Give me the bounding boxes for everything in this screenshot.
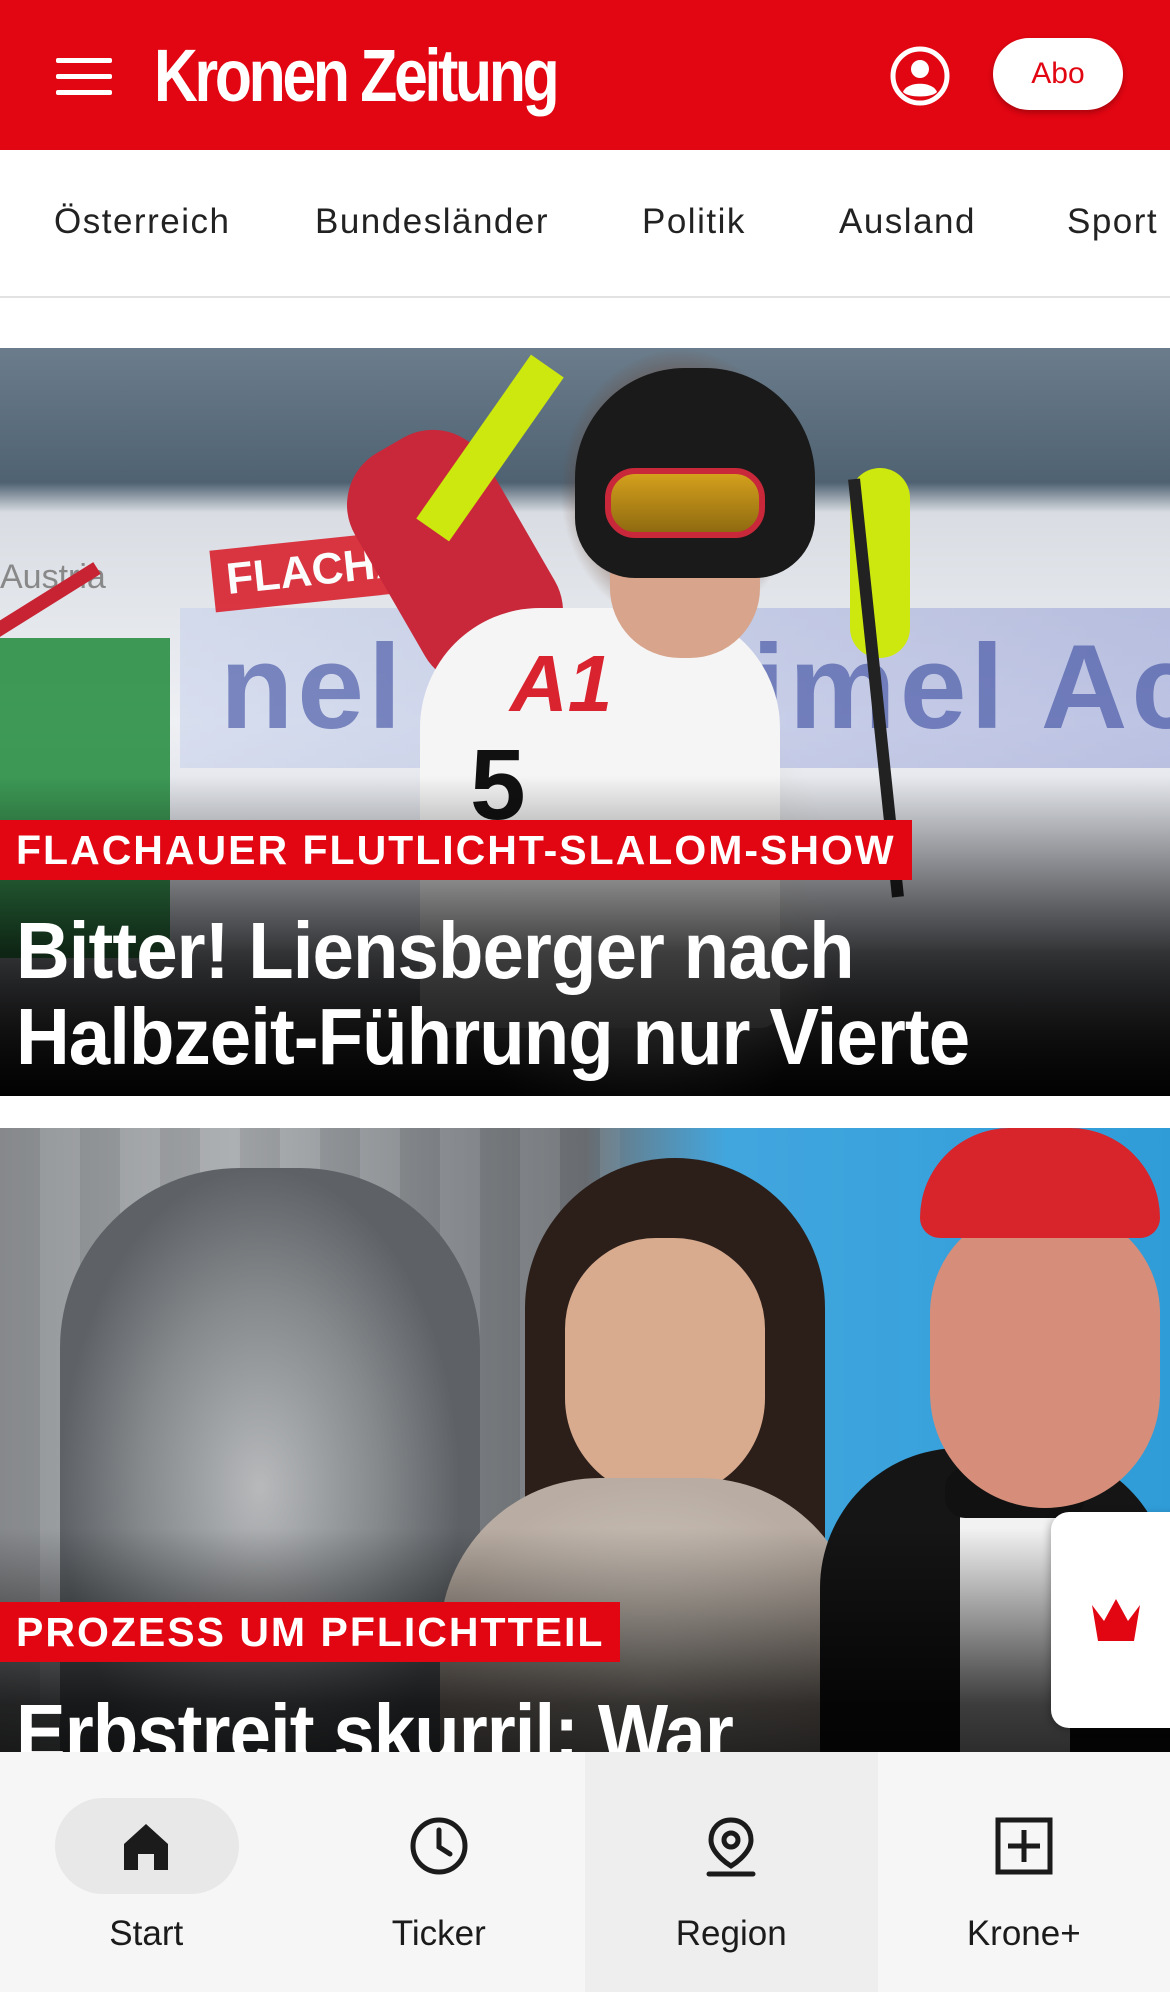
home-icon [124,1824,169,1870]
nav-item-bundeslaender[interactable]: Bundesländer [315,202,549,242]
nav-item-ausland[interactable]: Ausland [839,202,976,242]
hamburger-menu-icon[interactable] [56,58,112,95]
bottom-nav-label: Region [675,1914,787,1953]
bottom-nav-kroneplus[interactable]: Krone+ [878,1752,1170,1992]
nav-item-oesterreich[interactable]: Österreich [54,202,230,242]
bottom-nav-region[interactable]: Region [585,1752,878,1992]
headline-line: Bitter! Liensberger nach [16,906,855,995]
plus-box-icon [995,1817,1053,1875]
location-pin-icon [706,1817,756,1877]
logo[interactable]: Kronen Zeitung [154,34,560,118]
image-bib-logo: A1 [510,639,613,728]
article-kicker: FLACHAUER FLUTLICHT-SLALOM-SHOW [0,820,912,880]
user-account-icon[interactable] [889,45,951,107]
bottom-nav-ticker[interactable]: Ticker [293,1752,586,1992]
article-card[interactable]: PROZESS UM PFLICHTTEIL Erbstreit skurril… [0,1128,1170,1848]
app-header: Kronen Zeitung Abo [0,0,1170,150]
abo-button[interactable]: Abo [993,38,1123,110]
article-card[interactable]: nel Ac ctimel Ac Austria FLACHAU A1 5 FL… [0,348,1170,1096]
nav-item-sport[interactable]: Sport [1067,202,1158,242]
clock-icon [410,1817,468,1875]
bottom-nav-label: Ticker [391,1914,486,1953]
bottom-navigation: Start Ticker Region Krone+ [0,1752,1170,1992]
bottom-nav-label: Krone+ [966,1914,1081,1953]
nav-item-politik[interactable]: Politik [642,202,746,242]
category-nav: Österreich Bundesländer Politik Ausland … [0,150,1170,298]
headline-line: Halbzeit-Führung nur Vierte [16,992,970,1081]
bottom-nav-start[interactable]: Start [0,1752,293,1992]
article-kicker: PROZESS UM PFLICHTTEIL [0,1602,621,1662]
bottom-nav-label: Start [109,1914,184,1953]
crown-icon [1092,1599,1140,1641]
krone-side-tab[interactable] [1051,1512,1170,1728]
article-headline[interactable]: Bitter! Liensberger nach Halbzeit-Führun… [16,908,1151,1080]
